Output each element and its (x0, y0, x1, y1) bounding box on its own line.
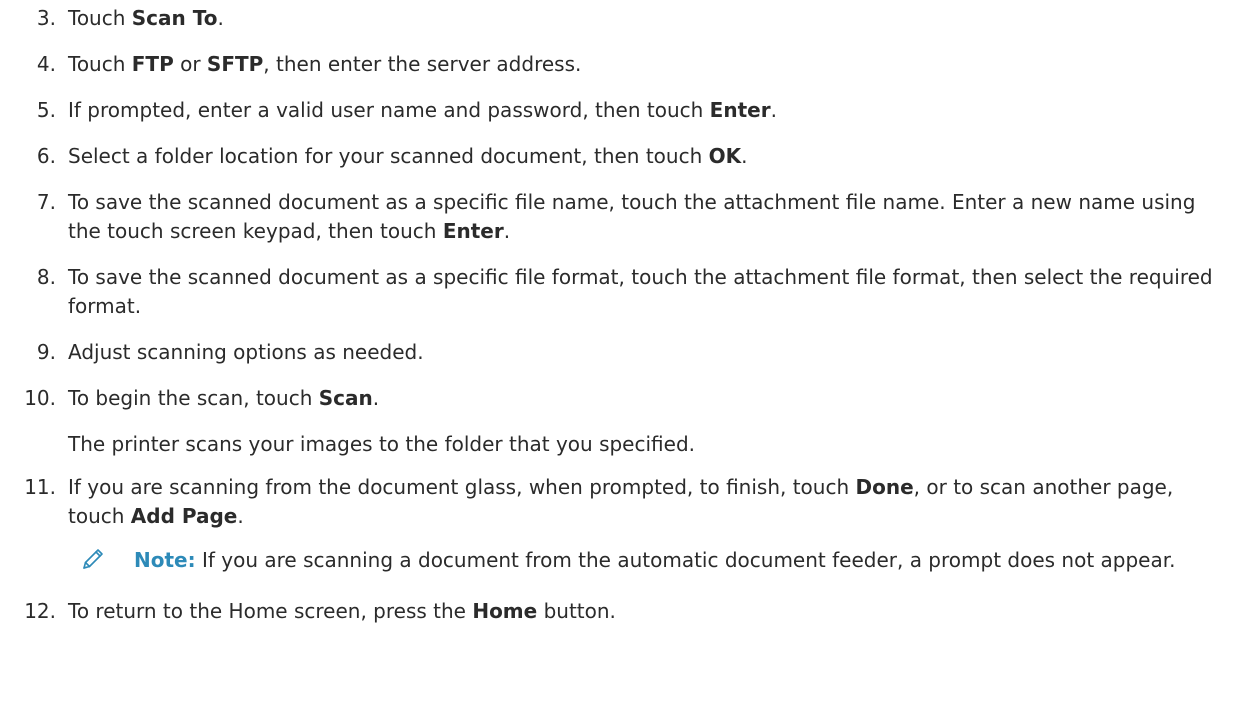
step-text-pre: Touch (68, 6, 132, 30)
ui-term-enter: Enter (709, 98, 771, 122)
ui-term-scan: Scan (318, 386, 373, 410)
step-text-pre: To save the scanned document as a specif… (68, 190, 1196, 243)
step-8: 8. To save the scanned document as a spe… (0, 263, 1250, 321)
step-number: 12. (24, 599, 56, 623)
step-number: 6. (36, 144, 56, 168)
step-text-mid: button. (537, 599, 616, 623)
step-number: 7. (36, 190, 56, 214)
step-number: 8. (36, 265, 56, 289)
step-text: Select a folder location for your scanne… (68, 142, 1228, 171)
ui-term-done: Done (855, 475, 914, 499)
step-number: 5. (36, 98, 56, 122)
step-text: If you are scanning from the document gl… (68, 473, 1228, 531)
step-text-pre: To return to the Home screen, press the (68, 599, 473, 623)
step-text-post: . (741, 144, 748, 168)
step-12: 12. To return to the Home screen, press … (0, 597, 1250, 626)
step-text-post: , then enter the server address. (263, 52, 582, 76)
step-text: To return to the Home screen, press the … (68, 597, 1228, 626)
step-text: If prompted, enter a valid user name and… (68, 96, 1228, 125)
step-3: 3. Touch Scan To. (0, 4, 1250, 33)
step-number: 10. (24, 386, 56, 410)
step-text: Touch FTP or SFTP, then enter the server… (68, 50, 1228, 79)
step-text-mid: or (173, 52, 207, 76)
ui-term-add-page: Add Page (130, 504, 238, 528)
step-text-pre: Touch (68, 52, 132, 76)
step-number: 9. (36, 340, 56, 364)
note-text: Note: If you are scanning a document fro… (134, 546, 1250, 575)
step-6: 6. Select a folder location for your sca… (0, 142, 1250, 171)
step-text-pre: If you are scanning from the document gl… (68, 475, 856, 499)
step-text-post: . (372, 386, 380, 410)
step-5: 5. If prompted, enter a valid user name … (0, 96, 1250, 125)
ui-term-sftp: SFTP (206, 52, 264, 76)
step-number: 11. (24, 475, 56, 499)
ui-term-ftp: FTP (131, 52, 174, 76)
step-text: Touch Scan To. (68, 4, 1228, 33)
step-number: 4. (36, 52, 56, 76)
note-label: Note: (134, 548, 196, 572)
step-text: To begin the scan, touch Scan. (68, 384, 1228, 413)
pencil-icon (68, 546, 134, 580)
ui-term-scan-to: Scan To (131, 6, 218, 30)
step-7: 7. To save the scanned document as a spe… (0, 188, 1250, 246)
ui-term-ok: OK (708, 144, 742, 168)
step-text-post: . (770, 98, 777, 122)
note-callout: Note: If you are scanning a document fro… (68, 546, 1250, 580)
ui-term-home: Home (472, 599, 538, 623)
step-text-pre: To begin the scan, touch (68, 386, 319, 410)
step-text: To save the scanned document as a specif… (68, 265, 1213, 318)
step-10: 10. To begin the scan, touch Scan. (0, 384, 1250, 413)
step-10-result: The printer scans your images to the fol… (68, 432, 695, 456)
step-text: To save the scanned document as a specif… (68, 188, 1228, 246)
step-text: Adjust scanning options as needed. (68, 340, 424, 364)
step-number: 3. (36, 6, 56, 30)
instruction-page: 3. Touch Scan To. 4. Touch FTP or SFTP, … (0, 0, 1250, 703)
ui-term-enter: Enter (442, 219, 504, 243)
step-9: 9. Adjust scanning options as needed. (0, 338, 1250, 367)
step-11: 11. If you are scanning from the documen… (0, 473, 1250, 531)
step-text-post: . (237, 504, 244, 528)
note-body: If you are scanning a document from the … (195, 548, 1176, 572)
step-text-pre: If prompted, enter a valid user name and… (68, 98, 710, 122)
step-text-pre: Select a folder location for your scanne… (68, 144, 709, 168)
step-4: 4. Touch FTP or SFTP, then enter the ser… (0, 50, 1250, 79)
step-text-post: . (217, 6, 224, 30)
step-text-post: . (503, 219, 511, 243)
